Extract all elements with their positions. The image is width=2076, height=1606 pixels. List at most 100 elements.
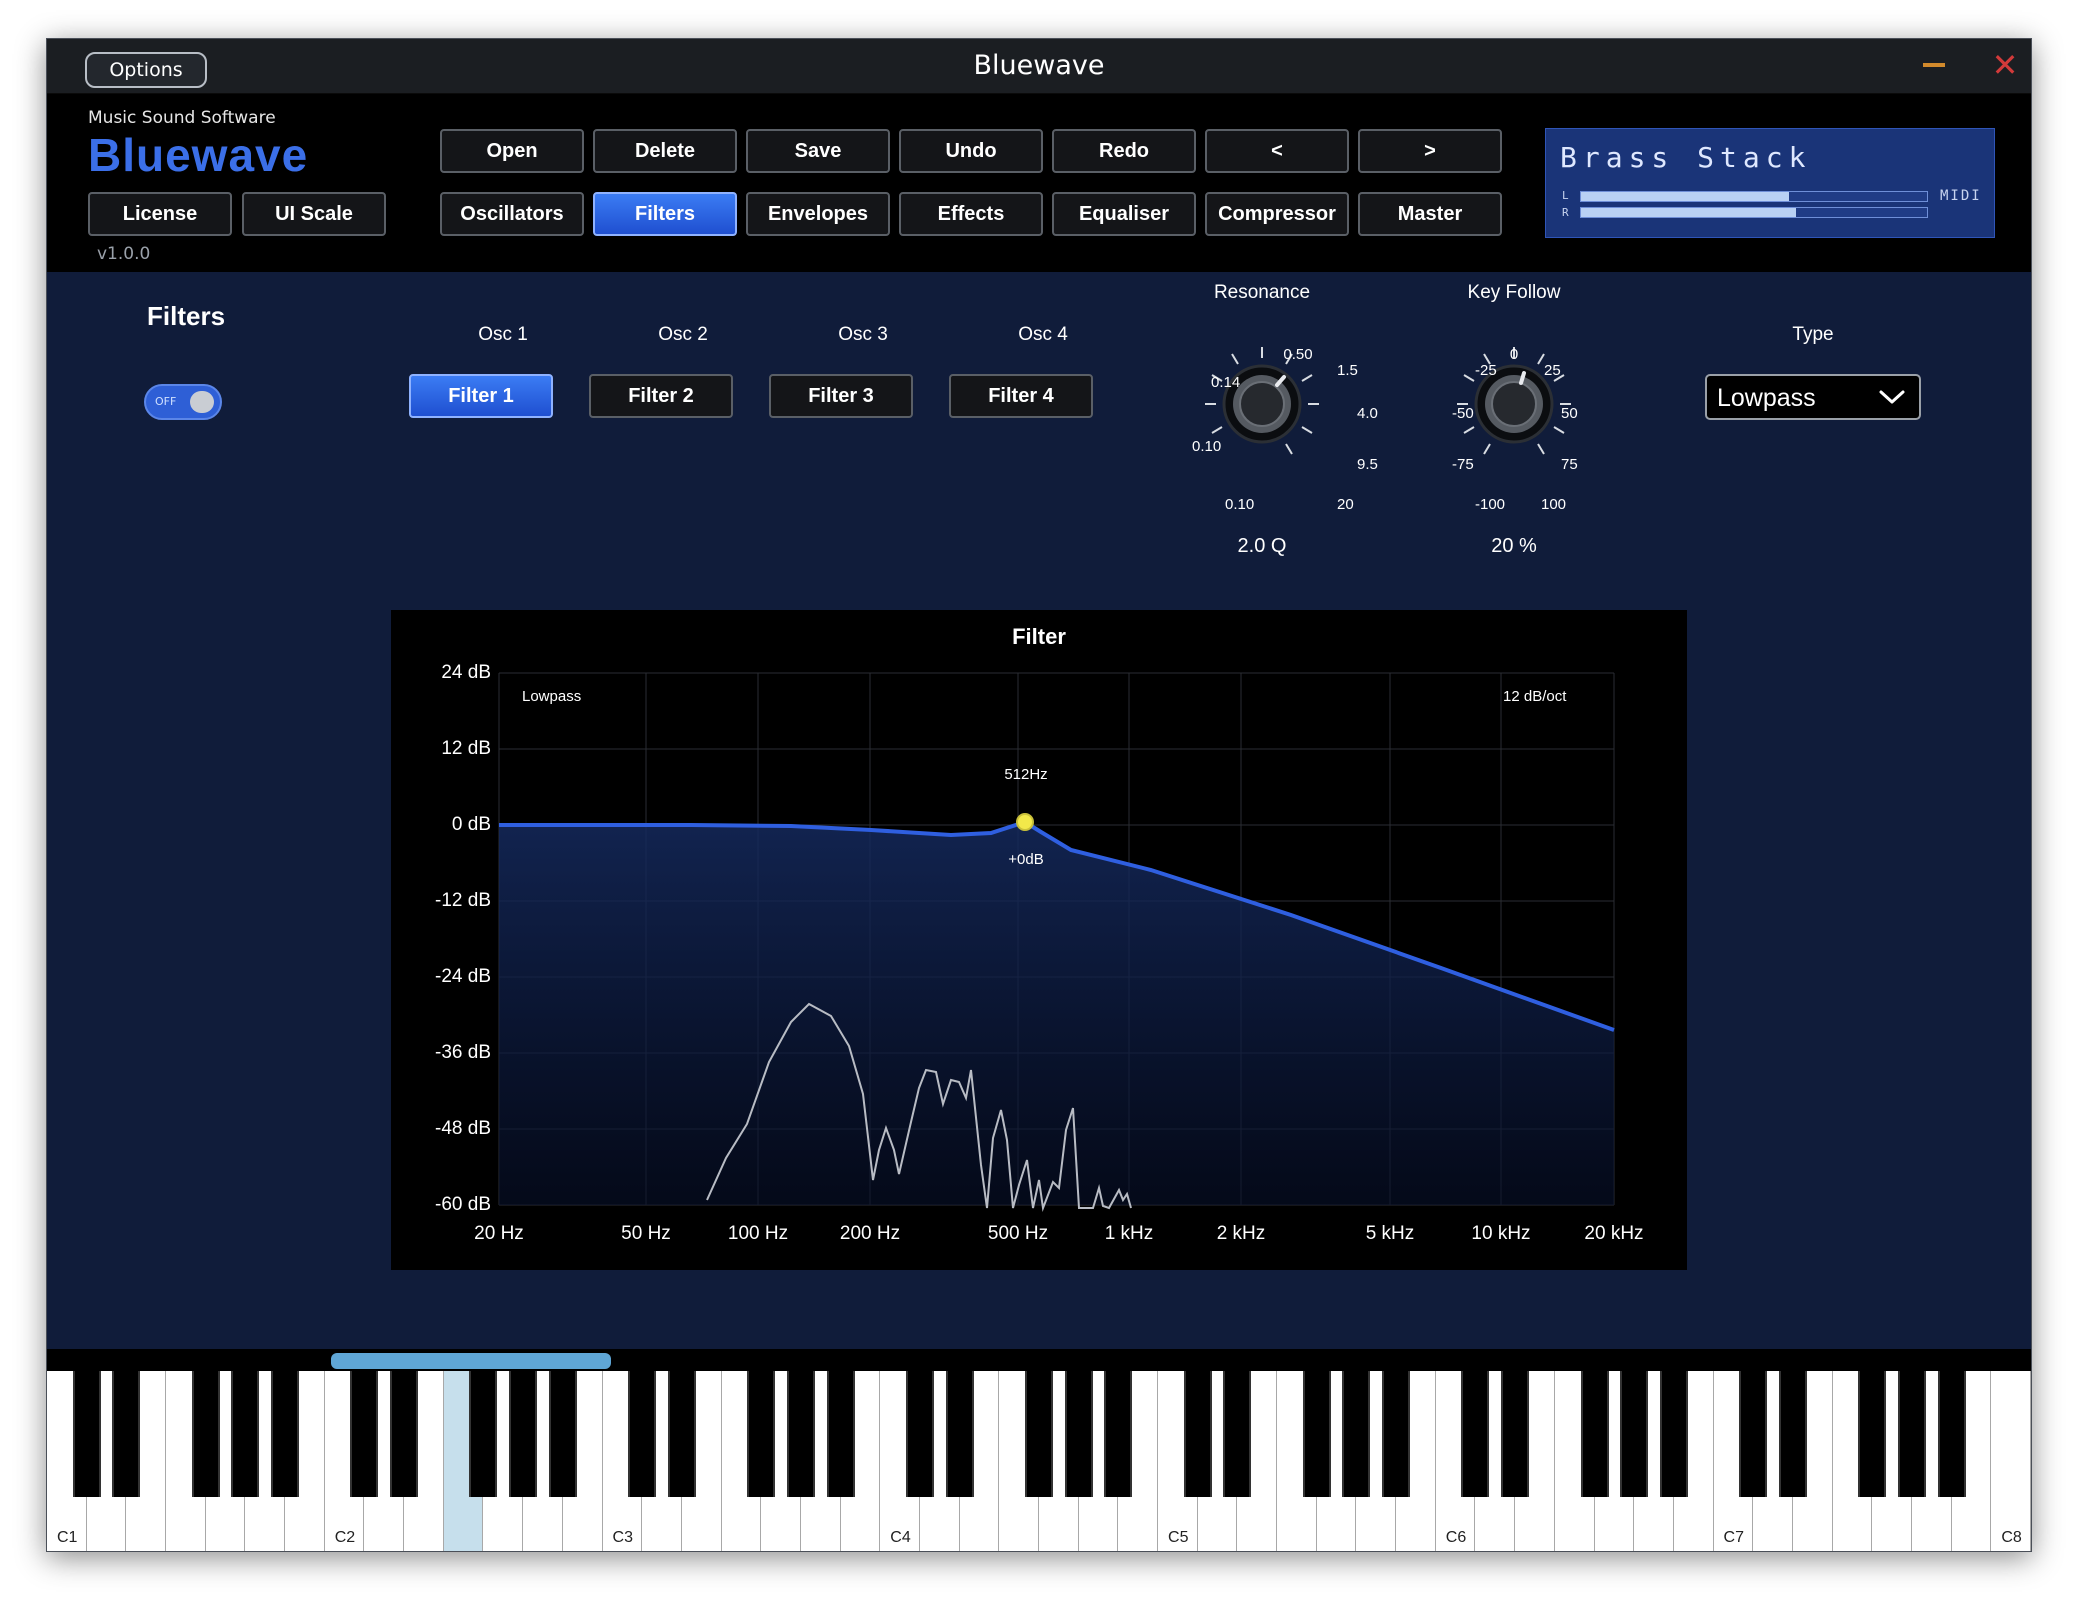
toggle-state-label: OFF — [155, 395, 177, 408]
black-key[interactable] — [1461, 1371, 1490, 1497]
black-key[interactable] — [1778, 1371, 1807, 1497]
black-key[interactable] — [1104, 1371, 1133, 1497]
tab-effects[interactable]: Effects — [899, 192, 1043, 236]
x-tick-2khz: 2 kHz — [1216, 1223, 1266, 1244]
save-button[interactable]: Save — [746, 129, 890, 173]
toggle-knob — [190, 391, 214, 413]
filter-4-button[interactable]: Filter 4 — [949, 374, 1093, 418]
black-key[interactable] — [1382, 1371, 1411, 1497]
black-key[interactable] — [1342, 1371, 1371, 1497]
black-key[interactable] — [786, 1371, 815, 1497]
octave-label: C3 — [612, 1529, 633, 1546]
resonance-title: Resonance — [1213, 282, 1311, 303]
osc-1-label: Osc 1 — [478, 324, 528, 345]
octave-label: C7 — [1723, 1529, 1744, 1546]
black-key[interactable] — [231, 1371, 260, 1497]
black-key[interactable] — [191, 1371, 220, 1497]
filter-3-button[interactable]: Filter 3 — [769, 374, 913, 418]
octave-label: C4 — [890, 1529, 911, 1546]
key-follow-title: Key Follow — [1467, 282, 1561, 303]
minimize-icon[interactable] — [1923, 63, 1945, 67]
black-key[interactable] — [1025, 1371, 1053, 1497]
options-button[interactable]: Options — [85, 52, 207, 88]
key-follow-tick-75: 75 — [1561, 456, 1578, 473]
black-key[interactable] — [271, 1371, 300, 1497]
y-tick-12db: 12 dB — [441, 738, 491, 759]
tab-equaliser[interactable]: Equaliser — [1052, 192, 1196, 236]
meter-r-fill — [1581, 208, 1796, 217]
y-tick-minus-60db: -60 dB — [435, 1194, 491, 1215]
black-key[interactable] — [1897, 1371, 1926, 1497]
octave-label: C1 — [57, 1529, 78, 1546]
open-button[interactable]: Open — [440, 129, 584, 173]
black-key[interactable] — [1659, 1371, 1688, 1497]
black-key[interactable] — [1302, 1371, 1331, 1497]
black-key[interactable] — [1064, 1371, 1093, 1497]
preset-name: Brass Stack — [1560, 141, 1812, 174]
resonance-tick-20: 20 — [1337, 496, 1354, 513]
filter-graph[interactable]: Filter Lowpass 12 dB/oct 512Hz +0dB 24 d… — [391, 610, 1687, 1270]
header: Music Sound Software Bluewave License UI… — [47, 94, 2031, 272]
black-key[interactable] — [945, 1371, 974, 1497]
black-key[interactable] — [905, 1371, 934, 1497]
filter-response-fill — [499, 822, 1614, 1205]
black-key[interactable] — [390, 1371, 419, 1497]
black-key[interactable] — [112, 1371, 141, 1497]
midi-indicator: MIDI — [1940, 188, 1982, 204]
key-follow-tick-100: 100 — [1541, 496, 1567, 513]
tab-oscillators[interactable]: Oscillators — [440, 192, 584, 236]
filter-type-select[interactable]: Lowpass — [1705, 374, 1921, 420]
black-key[interactable] — [747, 1371, 776, 1497]
keyboard-range-scrollbar[interactable] — [331, 1353, 611, 1369]
filter-graph-plot[interactable] — [391, 610, 1687, 1270]
black-key[interactable] — [72, 1371, 101, 1497]
black-key[interactable] — [350, 1371, 379, 1497]
black-key[interactable] — [628, 1371, 657, 1497]
resonance-value: 2.0 Q — [1237, 535, 1287, 557]
y-tick-minus-36db: -36 dB — [435, 1042, 491, 1063]
black-key[interactable] — [1223, 1371, 1252, 1497]
redo-button[interactable]: Redo — [1052, 129, 1196, 173]
black-key[interactable] — [1183, 1371, 1212, 1497]
delete-button[interactable]: Delete — [593, 129, 737, 173]
meter-r — [1580, 207, 1928, 218]
filter-2-button[interactable]: Filter 2 — [589, 374, 733, 418]
black-key[interactable] — [667, 1371, 696, 1497]
filter-1-button[interactable]: Filter 1 — [409, 374, 553, 418]
black-key[interactable] — [548, 1371, 577, 1497]
filter-cutoff-handle — [1016, 813, 1034, 831]
x-tick-20hz: 20 Hz — [474, 1223, 524, 1244]
undo-button[interactable]: Undo — [899, 129, 1043, 173]
preset-display[interactable]: Brass Stack L R MIDI — [1545, 128, 1995, 238]
black-key[interactable] — [469, 1371, 498, 1497]
previous-preset-button[interactable]: < — [1205, 129, 1349, 173]
filter-enable-toggle[interactable]: OFF — [144, 384, 222, 420]
black-key[interactable] — [1739, 1371, 1768, 1497]
black-key[interactable] — [1858, 1371, 1887, 1497]
osc-3-label: Osc 3 — [838, 324, 888, 345]
license-button[interactable]: License — [88, 192, 232, 236]
octave-label: C8 — [2001, 1529, 2022, 1546]
resonance-tick-010-min: 0.10 — [1225, 496, 1255, 513]
black-key[interactable] — [509, 1371, 538, 1497]
cutoff-frequency-label: 512Hz — [1004, 766, 1048, 783]
black-key[interactable] — [826, 1371, 855, 1497]
type-title: Type — [1792, 324, 1834, 345]
black-key[interactable] — [1580, 1371, 1609, 1497]
black-key[interactable] — [1937, 1371, 1966, 1497]
black-key[interactable] — [1501, 1371, 1530, 1497]
next-preset-button[interactable]: > — [1358, 129, 1502, 173]
resonance-tick-4-0: 4.0 — [1357, 405, 1378, 422]
tab-master[interactable]: Master — [1358, 192, 1502, 236]
ui-scale-button[interactable]: UI Scale — [242, 192, 386, 236]
tab-filters[interactable]: Filters — [593, 192, 737, 236]
close-icon[interactable]: ✕ — [1989, 47, 2021, 83]
meter-l — [1580, 191, 1928, 202]
white-key[interactable]: C8 — [1991, 1371, 2031, 1551]
cutoff-gain-label: +0dB — [1008, 851, 1044, 868]
tab-compressor[interactable]: Compressor — [1205, 192, 1349, 236]
piano-keyboard[interactable]: C1 C2 C3 C4 C5 C6 C7 C8 — [47, 1371, 2031, 1551]
black-key[interactable] — [1620, 1371, 1649, 1497]
graph-mode-label: Lowpass — [522, 688, 582, 705]
tab-envelopes[interactable]: Envelopes — [746, 192, 890, 236]
